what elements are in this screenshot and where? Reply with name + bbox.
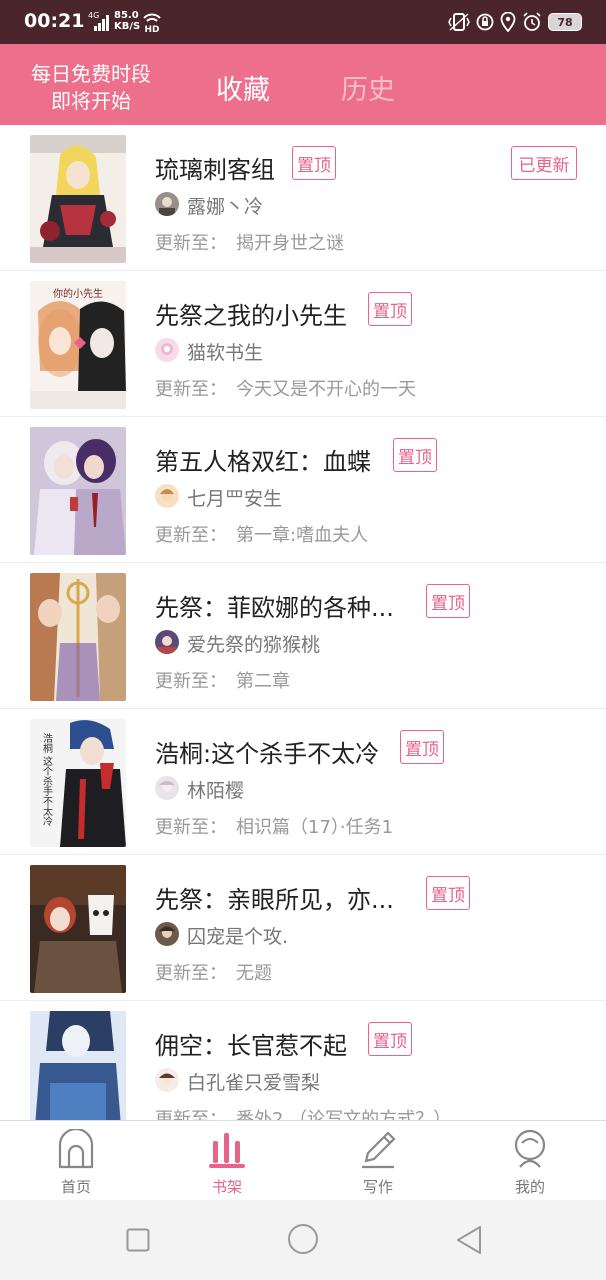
svg-text:浩桐 这个杀手不太冷: 浩桐 这个杀手不太冷 [41, 733, 53, 827]
status-icons: 78 [448, 11, 582, 33]
author-name[interactable]: 爱先祭的猕猴桃 [187, 630, 320, 657]
status-bar: 00:21 4G 85.0 KB/S HD 78 [0, 0, 606, 44]
battery-indicator: 78 [548, 13, 582, 31]
book-row[interactable]: 佣空：长官惹不起 置顶 白孔雀只爱雪梨 更新至： 番外2.（论写文的方式？） [0, 1001, 606, 1120]
location-icon [500, 12, 516, 32]
book-list: 琉璃刺客组 置顶 已更新 露娜丶冷 更新至： 揭开身世之谜 你的小先生 先祭之我… [0, 125, 606, 1120]
vibrate-icon [448, 13, 470, 31]
book-title[interactable]: 佣空：长官惹不起 [155, 1026, 347, 1061]
update-label: 更新至： [155, 379, 227, 400]
wifi-hd-icon: HD [143, 13, 161, 34]
profile-icon [514, 1129, 546, 1168]
book-cover[interactable]: 你的小先生 [30, 281, 126, 409]
system-nav-bar [0, 1200, 606, 1280]
author-name[interactable]: 猫软书生 [187, 338, 263, 365]
nav-write[interactable]: 写作 [328, 1121, 428, 1201]
book-row[interactable]: 琉璃刺客组 置顶 已更新 露娜丶冷 更新至： 揭开身世之谜 [0, 125, 606, 271]
signal-icon [94, 15, 109, 31]
avatar [155, 776, 179, 800]
book-title[interactable]: 浩桐:这个杀手不太冷 [155, 734, 379, 769]
square-icon[interactable] [126, 1228, 150, 1252]
author-name[interactable]: 露娜丶冷 [187, 192, 263, 219]
avatar [155, 1068, 179, 1092]
back-triangle-icon[interactable] [455, 1225, 483, 1255]
svg-text:HD: HD [144, 25, 159, 34]
update-label: 更新至： [155, 817, 227, 838]
tab-history[interactable]: 历史 [341, 68, 395, 107]
book-cover[interactable] [30, 427, 126, 555]
network-indicator: 4G 85.0 KB/S HD [88, 9, 168, 37]
tab-favorites[interactable]: 收藏 [216, 68, 270, 107]
book-cover[interactable] [30, 135, 126, 263]
avatar [155, 922, 179, 946]
update-label: 更新至： [155, 1109, 227, 1120]
update-label: 更新至： [155, 525, 227, 546]
book-cover[interactable]: 浩桐 这个杀手不太冷 [30, 719, 126, 847]
pin-badge[interactable]: 置顶 [393, 438, 437, 472]
header: 每日免费时段 即将开始 收藏 历史 [0, 44, 606, 125]
book-title[interactable]: 琉璃刺客组 [155, 150, 275, 185]
nav-me-label: 我的 [514, 1178, 545, 1196]
lock-rotation-icon [476, 13, 494, 31]
avatar [155, 192, 179, 216]
nav-me[interactable]: 我的 [480, 1121, 580, 1201]
book-row[interactable]: 先祭：亲眼所见，亦... 置顶 囚宠是个攻. 更新至： 无题 [0, 855, 606, 1001]
pin-badge[interactable]: 置顶 [426, 876, 470, 910]
status-time: 00:21 [24, 10, 85, 32]
latest-chapter: 今天又是不开心的一天 [236, 379, 416, 400]
author-name[interactable]: 白孔雀只爱雪梨 [187, 1068, 320, 1095]
author-name[interactable]: 七月罒安生 [187, 484, 282, 511]
latest-chapter: 相识篇（17）·任务1 [236, 817, 394, 838]
free-period-banner[interactable]: 每日免费时段 即将开始 [0, 61, 182, 115]
book-title[interactable]: 先祭：亲眼所见，亦... [155, 880, 394, 915]
pencil-icon [362, 1131, 396, 1169]
network-speed: 85.0 KB/S [114, 10, 141, 32]
latest-chapter: 第一章:嗜血夫人 [236, 525, 369, 546]
pin-badge[interactable]: 置顶 [368, 1022, 412, 1056]
pin-badge[interactable]: 置顶 [426, 584, 470, 618]
book-row[interactable]: 第五人格双红：血蝶 置顶 七月罒安生 更新至： 第一章:嗜血夫人 [0, 417, 606, 563]
book-title[interactable]: 先祭：菲欧娜的各种... [155, 588, 394, 623]
latest-chapter: 第二章 [236, 671, 290, 692]
latest-chapter: 番外2.（论写文的方式？） [236, 1109, 452, 1120]
promo-line-2: 即将开始 [51, 89, 131, 113]
book-cover[interactable] [30, 865, 126, 993]
nav-home[interactable]: 首页 [26, 1121, 126, 1201]
home-icon [58, 1129, 94, 1169]
bottom-nav: 首页 书架 写作 我的 [0, 1120, 606, 1200]
avatar [155, 338, 179, 362]
pin-badge[interactable]: 置顶 [400, 730, 444, 764]
book-cover[interactable] [30, 1011, 126, 1120]
circle-icon[interactable] [287, 1223, 319, 1255]
book-title[interactable]: 先祭之我的小先生 [155, 296, 347, 331]
avatar [155, 484, 179, 508]
update-label: 更新至： [155, 671, 227, 692]
nav-bookshelf[interactable]: 书架 [177, 1121, 277, 1201]
author-name[interactable]: 囚宠是个攻. [187, 922, 288, 949]
update-label: 更新至： [155, 963, 227, 984]
nav-write-label: 写作 [362, 1178, 393, 1196]
updated-badge: 已更新 [511, 146, 577, 180]
promo-line-1: 每日免费时段 [31, 62, 151, 86]
avatar [155, 630, 179, 654]
nav-bookshelf-label: 书架 [211, 1178, 242, 1196]
svg-text:你的小先生: 你的小先生 [53, 287, 103, 300]
book-cover[interactable] [30, 573, 126, 701]
book-row[interactable]: 先祭：菲欧娜的各种... 置顶 爱先祭的猕猴桃 更新至： 第二章 [0, 563, 606, 709]
author-name[interactable]: 林陌樱 [187, 776, 244, 803]
alarm-icon [523, 12, 541, 31]
pin-badge[interactable]: 置顶 [292, 146, 336, 180]
latest-chapter: 无题 [236, 963, 272, 984]
nav-home-label: 首页 [60, 1178, 91, 1196]
book-row[interactable]: 你的小先生 先祭之我的小先生 置顶 猫软书生 更新至： 今天又是不开心的一天 [0, 271, 606, 417]
update-label: 更新至： [155, 233, 227, 254]
book-row[interactable]: 浩桐 这个杀手不太冷 浩桐:这个杀手不太冷 置顶 林陌樱 更新至： 相识篇（17… [0, 709, 606, 855]
pin-badge[interactable]: 置顶 [368, 292, 412, 326]
latest-chapter: 揭开身世之谜 [236, 233, 344, 254]
book-title[interactable]: 第五人格双红：血蝶 [155, 442, 371, 477]
bookshelf-icon [209, 1133, 245, 1168]
